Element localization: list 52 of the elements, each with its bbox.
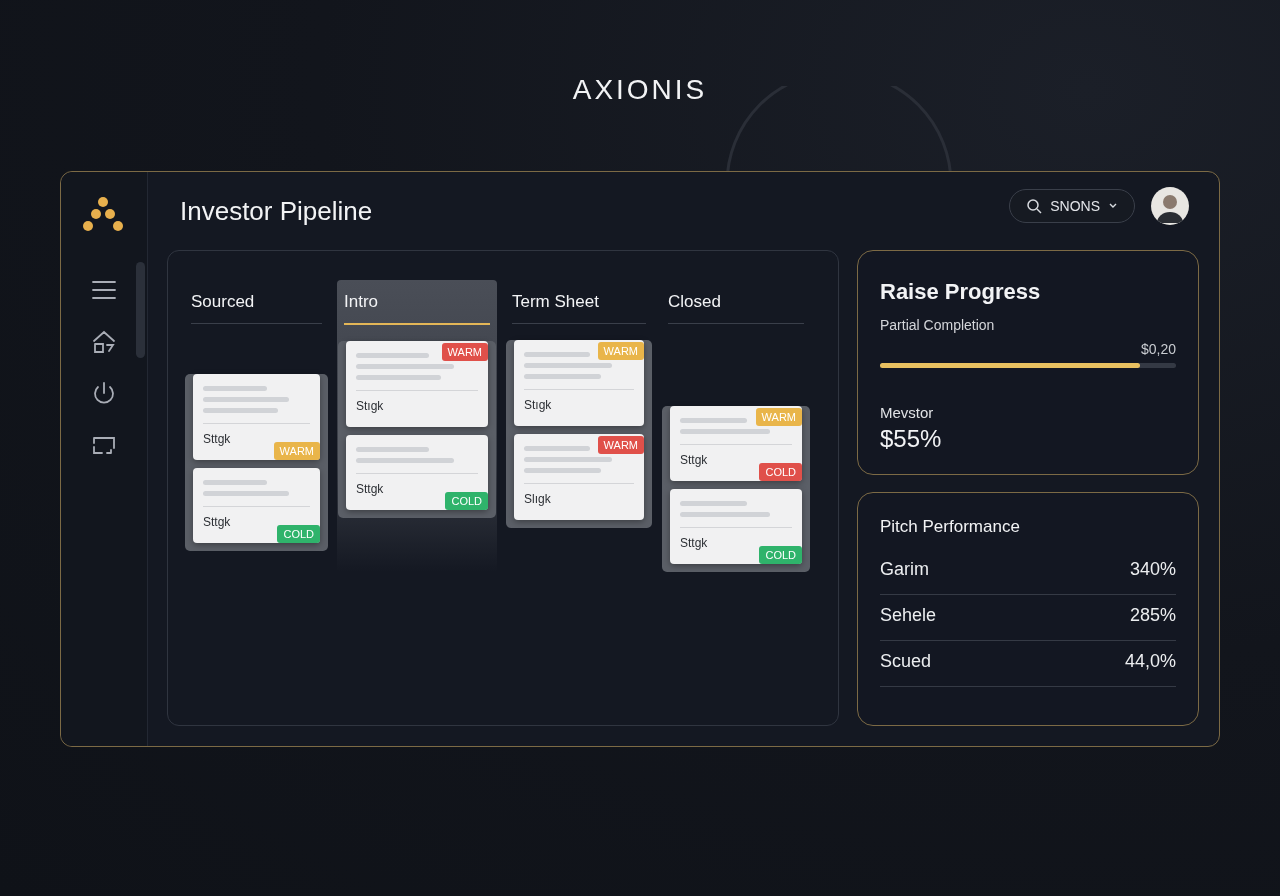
card-label: Sttgk [203,432,231,446]
deal-card[interactable]: Stıgk WARM [346,341,488,427]
card-label: Sttgk [356,482,384,496]
page-title: Investor Pipeline [180,195,373,227]
scrollbar[interactable] [136,262,145,358]
column-title: Term Sheet [512,292,646,324]
progress-label: Partial Completion [880,317,996,333]
row-value: 340% [1129,559,1176,580]
status-tag: COLD [277,525,320,543]
chevron-down-icon [1108,202,1118,210]
card-label: Slıgk [524,492,551,506]
column-title: Intro [344,292,490,325]
status-tag: COLD [759,463,802,481]
status-tag: WARM [597,436,644,454]
card-label: Stıgk [356,399,384,413]
status-tag: WARM [755,408,802,426]
pipeline-column[interactable]: Sourced Sttgk WARM Sttgk COLD [184,280,329,572]
card-title: Raise Progress [880,279,1042,305]
search-icon [1026,198,1043,214]
row-value: 44,0% [1124,651,1176,672]
pipeline-column[interactable]: Closed Sttgk WARM COLD Sttgk COLD [661,280,811,572]
deal-card[interactable]: Sttgk COLD [193,468,320,543]
progress-reading: $0,20 [1139,341,1176,357]
metric-value: $55% [880,425,943,453]
card-label: Sttgk [680,453,708,467]
brand-logo: AXIONIS [571,74,709,106]
pipeline-column[interactable]: Term Sheet Stıgk WARM Slıgk WARM [505,280,653,572]
row-value: 285% [1129,605,1176,626]
deal-card[interactable]: Sttgk COLD [346,435,488,510]
status-tag: WARM [273,442,320,460]
status-tag: COLD [759,546,802,564]
avatar[interactable] [1151,187,1189,225]
deal-card[interactable]: Slıgk WARM [514,434,644,520]
card-label: Sttgk [680,536,708,550]
logo-icon [82,196,124,232]
metric-label: Mevstor [880,404,935,421]
status-tag: WARM [597,342,644,360]
column-title: Sourced [191,292,322,324]
deal-card[interactable]: Sttgk WARM COLD [670,406,802,481]
row-name: Sehele [880,605,937,626]
deal-card[interactable]: Sttgk COLD [670,489,802,564]
deal-card[interactable]: Sttgk WARM [193,374,320,460]
card-title: Pitch Performance [880,517,1021,537]
card-label: Stıgk [524,398,552,412]
row-name: Scued [880,651,932,672]
status-tag: WARM [441,343,488,361]
card-label: Sttgk [203,515,231,529]
column-title: Closed [668,292,804,324]
search-dropdown[interactable]: SNONS [1009,189,1135,223]
status-tag: COLD [445,492,488,510]
row-name: Garim [880,559,929,580]
deal-card[interactable]: Stıgk WARM [514,340,644,426]
